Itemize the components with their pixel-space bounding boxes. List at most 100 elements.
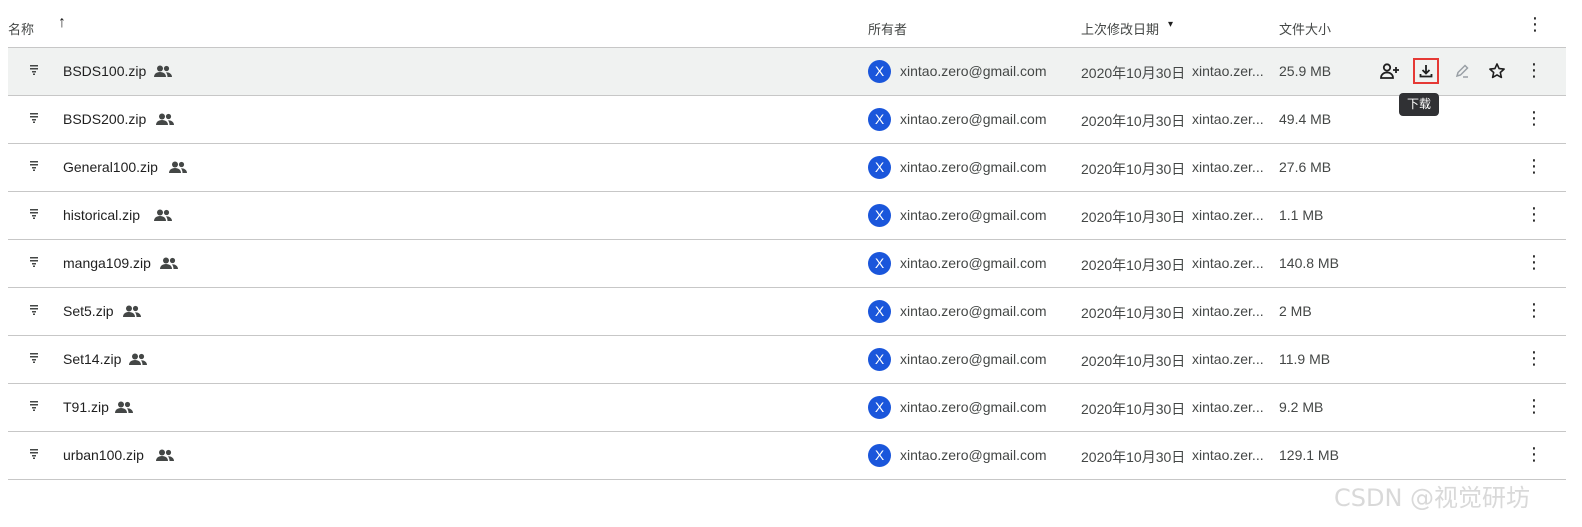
owner-email: xintao.zero@gmail.com bbox=[900, 111, 1047, 127]
avatar: X bbox=[868, 156, 891, 179]
file-name[interactable]: Set5.zip bbox=[63, 303, 114, 319]
file-size: 49.4 MB bbox=[1279, 111, 1332, 127]
avatar: X bbox=[868, 396, 891, 419]
more-options-icon[interactable]: ⋮ bbox=[1525, 108, 1543, 129]
zip-file-icon bbox=[28, 255, 40, 269]
modified-by: xintao.zer... bbox=[1192, 447, 1264, 463]
table-row[interactable]: urban100.zip Xxintao.zero@gmail.com 2020年1… bbox=[8, 432, 1566, 480]
file-name[interactable]: historical.zip bbox=[63, 207, 140, 223]
file-name[interactable]: BSDS100.zip bbox=[63, 63, 146, 79]
file-size: 140.8 MB bbox=[1279, 255, 1339, 271]
table-row[interactable]: T91.zip Xxintao.zero@gmail.com 2020年10月30日… bbox=[8, 384, 1566, 432]
more-options-icon[interactable]: ⋮ bbox=[1526, 14, 1544, 35]
modified-date: 2020年10月30日 bbox=[1081, 353, 1186, 369]
pencil-icon[interactable] bbox=[1450, 59, 1474, 83]
add-person-icon[interactable] bbox=[1378, 59, 1402, 83]
owner-email: xintao.zero@gmail.com bbox=[900, 399, 1047, 415]
avatar: X bbox=[868, 60, 891, 83]
shared-people-icon bbox=[156, 112, 174, 125]
file-name[interactable]: BSDS200.zip bbox=[63, 111, 146, 127]
column-header-modified[interactable]: 上次修改日期 bbox=[1081, 19, 1159, 38]
avatar: X bbox=[868, 444, 891, 467]
modified-date: 2020年10月30日 bbox=[1081, 305, 1186, 321]
table-row[interactable]: BSDS200.zip Xxintao.zero@gmail.com 2020年10… bbox=[8, 96, 1566, 144]
file-size: 25.9 MB bbox=[1279, 63, 1332, 79]
table-row[interactable]: Set5.zip Xxintao.zero@gmail.com 2020年10月30… bbox=[8, 288, 1566, 336]
more-options-icon[interactable]: ⋮ bbox=[1525, 252, 1543, 273]
table-row[interactable]: General100.zip Xxintao.zero@gmail.com 2020… bbox=[8, 144, 1566, 192]
more-options-icon[interactable]: ⋮ bbox=[1525, 204, 1543, 225]
file-name[interactable]: Set14.zip bbox=[63, 351, 121, 367]
modified-date: 2020年10月30日 bbox=[1081, 257, 1186, 273]
owner-email: xintao.zero@gmail.com bbox=[900, 447, 1047, 463]
file-size: 9.2 MB bbox=[1279, 399, 1324, 415]
modified-date: 2020年10月30日 bbox=[1081, 449, 1186, 465]
table-row[interactable]: historical.zip Xxintao.zero@gmail.com 2020… bbox=[8, 192, 1566, 240]
file-size: 1.1 MB bbox=[1279, 207, 1324, 223]
modified-by: xintao.zer... bbox=[1192, 111, 1264, 127]
file-name[interactable]: T91.zip bbox=[63, 399, 109, 415]
chevron-down-icon[interactable]: ▾ bbox=[1168, 19, 1173, 30]
modified-by: xintao.zer... bbox=[1192, 159, 1264, 175]
zip-file-icon bbox=[28, 207, 40, 221]
avatar: X bbox=[868, 252, 891, 275]
zip-file-icon bbox=[28, 303, 40, 317]
download-tooltip: 下载 bbox=[1399, 93, 1439, 116]
column-header-size[interactable]: 文件大小 bbox=[1279, 19, 1331, 38]
shared-people-icon bbox=[123, 304, 141, 317]
shared-people-icon bbox=[115, 400, 133, 413]
zip-file-icon bbox=[28, 447, 40, 461]
file-name[interactable]: urban100.zip bbox=[63, 447, 144, 463]
more-options-icon[interactable]: ⋮ bbox=[1525, 156, 1543, 177]
modified-date: 2020年10月30日 bbox=[1081, 401, 1186, 417]
file-name[interactable]: General100.zip bbox=[63, 159, 158, 175]
drive-file-list-page: 名称 ↑ 所有者 上次修改日期 ▾ 文件大小 ⋮ BSDS100.zip Xxin… bbox=[0, 0, 1582, 527]
shared-people-icon bbox=[169, 160, 187, 173]
owner-email: xintao.zero@gmail.com bbox=[900, 159, 1047, 175]
zip-file-icon bbox=[28, 111, 40, 125]
avatar: X bbox=[868, 204, 891, 227]
column-header-owner[interactable]: 所有者 bbox=[868, 19, 907, 38]
table-row[interactable]: Set14.zip Xxintao.zero@gmail.com 2020年10月3… bbox=[8, 336, 1566, 384]
table-row[interactable]: BSDS100.zip Xxintao.zero@gmail.com 2020年10… bbox=[8, 48, 1566, 96]
more-options-icon[interactable]: ⋮ bbox=[1525, 444, 1543, 465]
owner-email: xintao.zero@gmail.com bbox=[900, 351, 1047, 367]
owner-email: xintao.zero@gmail.com bbox=[900, 207, 1047, 223]
more-options-icon[interactable]: ⋮ bbox=[1525, 60, 1543, 81]
zip-file-icon bbox=[28, 159, 40, 173]
zip-file-icon bbox=[28, 351, 40, 365]
modified-by: xintao.zer... bbox=[1192, 399, 1264, 415]
shared-people-icon bbox=[160, 256, 178, 269]
file-list: BSDS100.zip Xxintao.zero@gmail.com 2020年10… bbox=[8, 48, 1566, 480]
more-options-icon[interactable]: ⋮ bbox=[1525, 348, 1543, 369]
zip-file-icon bbox=[28, 399, 40, 413]
file-size: 2 MB bbox=[1279, 303, 1312, 319]
file-size: 27.6 MB bbox=[1279, 159, 1332, 175]
modified-by: xintao.zer... bbox=[1192, 351, 1264, 367]
table-row[interactable]: manga109.zip Xxintao.zero@gmail.com 2020年1… bbox=[8, 240, 1566, 288]
owner-email: xintao.zero@gmail.com bbox=[900, 303, 1047, 319]
modified-by: xintao.zer... bbox=[1192, 303, 1264, 319]
modified-by: xintao.zer... bbox=[1192, 63, 1264, 79]
avatar: X bbox=[868, 348, 891, 371]
shared-people-icon bbox=[129, 352, 147, 365]
more-options-icon[interactable]: ⋮ bbox=[1525, 396, 1543, 417]
modified-date: 2020年10月30日 bbox=[1081, 209, 1186, 225]
owner-email: xintao.zero@gmail.com bbox=[900, 63, 1047, 79]
column-header-row: 名称 ↑ 所有者 上次修改日期 ▾ 文件大小 ⋮ bbox=[8, 0, 1566, 48]
owner-email: xintao.zero@gmail.com bbox=[900, 255, 1047, 271]
more-options-icon[interactable]: ⋮ bbox=[1525, 300, 1543, 321]
shared-people-icon bbox=[154, 64, 172, 77]
star-icon[interactable] bbox=[1485, 59, 1509, 83]
modified-date: 2020年10月30日 bbox=[1081, 113, 1186, 129]
modified-date: 2020年10月30日 bbox=[1081, 161, 1186, 177]
zip-file-icon bbox=[28, 63, 40, 77]
column-header-name[interactable]: 名称 bbox=[8, 19, 34, 38]
watermark: CSDN @视觉研坊 bbox=[1334, 484, 1531, 512]
sort-direction-icon[interactable]: ↑ bbox=[58, 14, 66, 32]
file-name[interactable]: manga109.zip bbox=[63, 255, 151, 271]
file-size: 129.1 MB bbox=[1279, 447, 1339, 463]
modified-by: xintao.zer... bbox=[1192, 255, 1264, 271]
file-size: 11.9 MB bbox=[1279, 351, 1331, 367]
download-icon[interactable] bbox=[1413, 58, 1439, 84]
